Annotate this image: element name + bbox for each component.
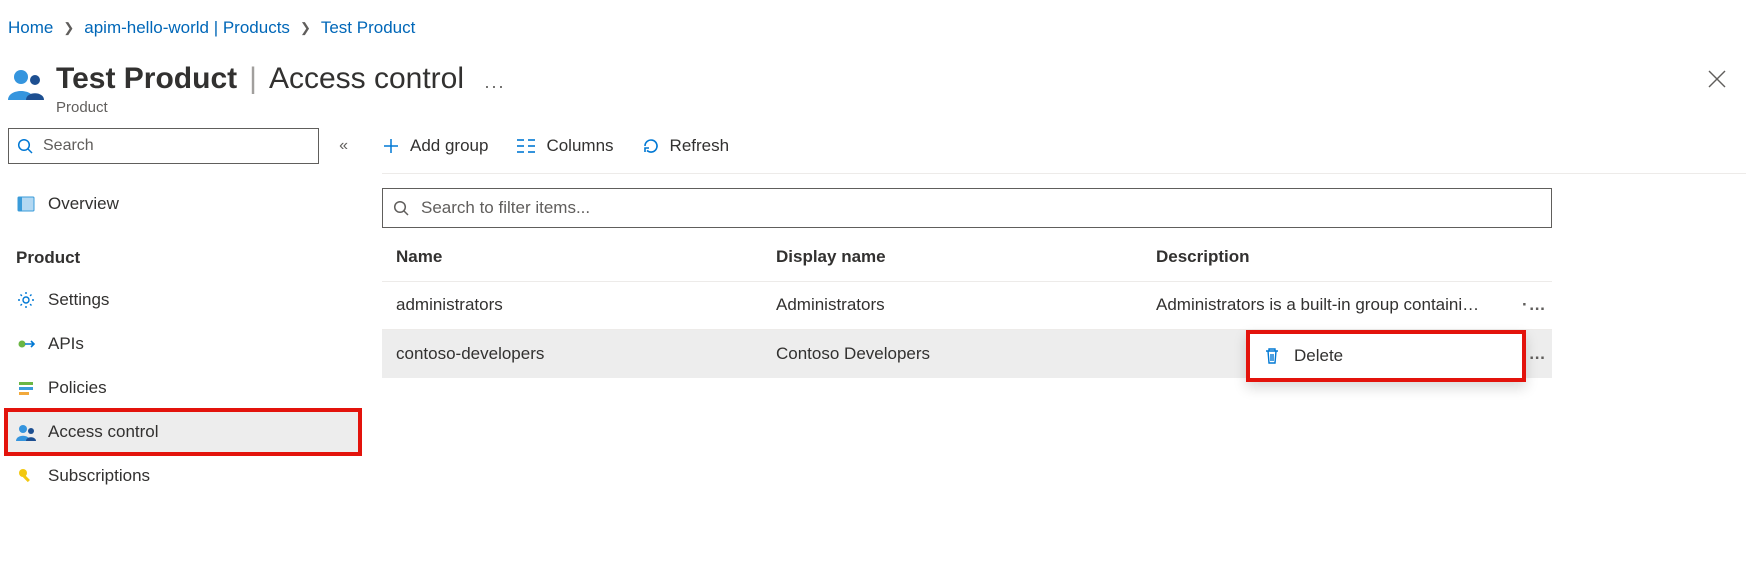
command-bar: Add group Columns Refresh bbox=[382, 126, 1746, 174]
row-context-menu: Delete bbox=[1246, 330, 1526, 382]
policies-icon bbox=[16, 379, 36, 397]
content-panel: Add group Columns Refresh bbox=[360, 126, 1756, 378]
sidebar-item-label: Subscriptions bbox=[48, 466, 150, 486]
sidebar-item-subscriptions[interactable]: Subscriptions bbox=[6, 454, 360, 498]
refresh-icon bbox=[642, 137, 660, 155]
sidebar-item-apis[interactable]: APIs bbox=[6, 322, 360, 366]
overview-icon bbox=[16, 195, 36, 213]
breadcrumb-test-product[interactable]: Test Product bbox=[321, 18, 416, 38]
search-icon bbox=[17, 138, 33, 154]
sidebar-item-label: Access control bbox=[48, 422, 159, 442]
sidebar: « Overview Product Settings bbox=[0, 126, 360, 498]
chevron-right-icon: ❯ bbox=[300, 20, 311, 36]
cell-desc: Administrators is a built-in group conta… bbox=[1142, 295, 1508, 315]
sidebar-search[interactable] bbox=[8, 128, 319, 164]
columns-icon bbox=[516, 138, 536, 154]
sidebar-item-overview[interactable]: Overview bbox=[6, 182, 360, 226]
more-icon[interactable]: ··· bbox=[484, 76, 505, 97]
breadcrumb-products[interactable]: apim-hello-world | Products bbox=[84, 18, 290, 38]
sidebar-item-access-control[interactable]: Access control bbox=[6, 410, 360, 454]
sidebar-item-label: Policies bbox=[48, 378, 107, 398]
col-description[interactable]: Description bbox=[1142, 247, 1508, 267]
people-icon bbox=[8, 66, 46, 100]
sidebar-item-label: APIs bbox=[48, 334, 84, 354]
cmd-label: Refresh bbox=[670, 136, 730, 156]
chevron-right-icon: ❯ bbox=[63, 20, 74, 36]
sidebar-item-settings[interactable]: Settings bbox=[6, 278, 360, 322]
filter-input[interactable] bbox=[419, 197, 1541, 219]
page-header: Test Product | Access control Product ··… bbox=[0, 46, 1756, 126]
table-row[interactable]: contoso-developers Contoso Developers ··… bbox=[382, 330, 1552, 378]
key-icon bbox=[16, 467, 36, 485]
close-icon[interactable] bbox=[1708, 62, 1746, 88]
plus-icon bbox=[382, 137, 400, 155]
page-title-resource: Test Product bbox=[56, 62, 237, 97]
context-delete[interactable]: Delete bbox=[1250, 334, 1522, 378]
title-divider: | bbox=[249, 62, 257, 97]
breadcrumb: Home ❯ apim-hello-world | Products ❯ Tes… bbox=[0, 0, 1756, 46]
refresh-button[interactable]: Refresh bbox=[642, 136, 730, 156]
groups-table: Name Display name Description administra… bbox=[382, 234, 1552, 378]
cmd-label: Add group bbox=[410, 136, 488, 156]
search-icon bbox=[393, 200, 409, 216]
sidebar-item-policies[interactable]: Policies bbox=[6, 366, 360, 410]
trash-icon bbox=[1264, 347, 1280, 365]
resource-type-label: Product bbox=[56, 99, 464, 116]
collapse-sidebar-icon[interactable]: « bbox=[339, 137, 358, 155]
breadcrumb-home[interactable]: Home bbox=[8, 18, 53, 38]
page-title-blade: Access control bbox=[269, 62, 464, 97]
filter-box[interactable] bbox=[382, 188, 1552, 228]
cell-name: contoso-developers bbox=[382, 344, 762, 364]
columns-button[interactable]: Columns bbox=[516, 136, 613, 156]
people-icon bbox=[16, 423, 36, 441]
sidebar-item-label: Overview bbox=[48, 194, 119, 214]
col-display-name[interactable]: Display name bbox=[762, 247, 1142, 267]
table-row[interactable]: administrators Administrators Administra… bbox=[382, 282, 1552, 330]
row-menu-button[interactable]: ··· bbox=[1508, 295, 1552, 315]
sidebar-search-input[interactable] bbox=[41, 136, 310, 156]
table-header: Name Display name Description bbox=[382, 234, 1552, 282]
page-title: Test Product | Access control bbox=[56, 62, 464, 97]
col-name[interactable]: Name bbox=[382, 247, 762, 267]
cmd-label: Columns bbox=[546, 136, 613, 156]
gear-icon bbox=[16, 291, 36, 309]
apis-icon bbox=[16, 335, 36, 353]
cell-display: Administrators bbox=[762, 295, 1142, 315]
context-item-label: Delete bbox=[1294, 346, 1343, 366]
cell-display: Contoso Developers bbox=[762, 344, 1142, 364]
add-group-button[interactable]: Add group bbox=[382, 136, 488, 156]
sidebar-section-product: Product bbox=[6, 226, 360, 278]
sidebar-item-label: Settings bbox=[48, 290, 109, 310]
cell-name: administrators bbox=[382, 295, 762, 315]
